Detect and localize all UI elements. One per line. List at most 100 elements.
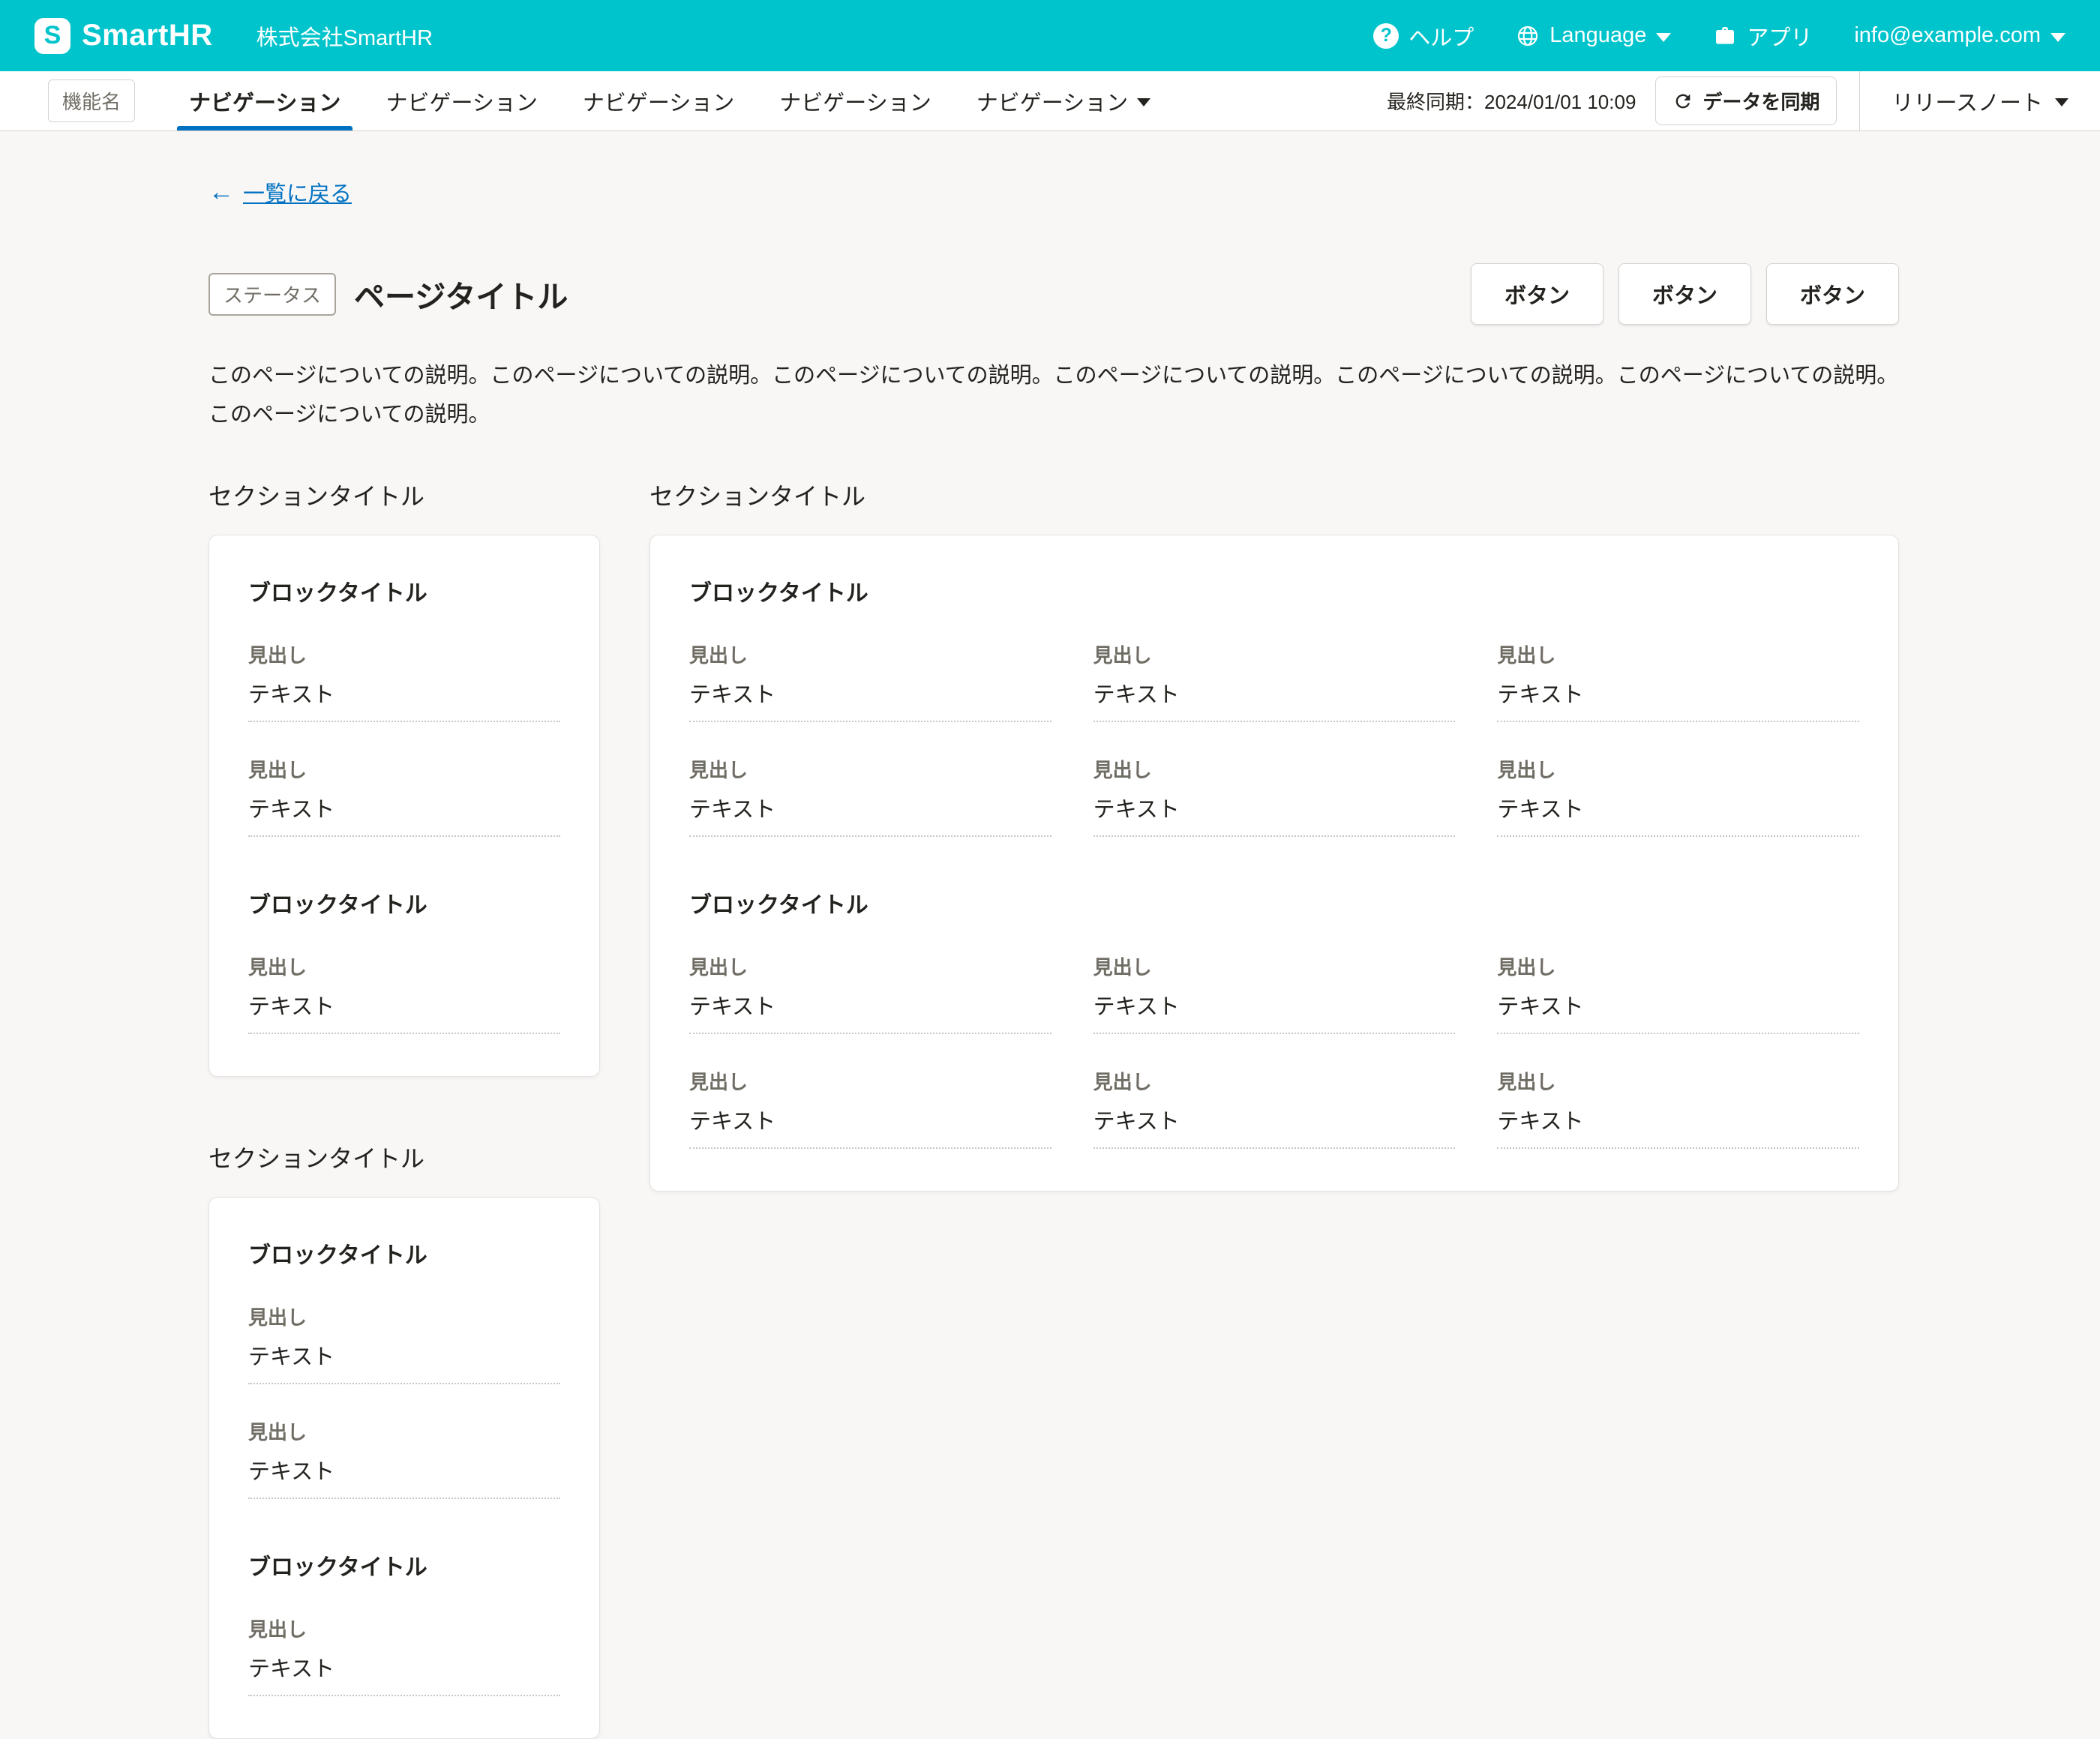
smarthr-logo[interactable]: S SmartHR xyxy=(34,18,213,54)
tab-navigation-3[interactable]: ナビゲーション xyxy=(560,71,757,130)
field-label: 見出し xyxy=(689,952,1052,980)
tab-navigation-4[interactable]: ナビゲーション xyxy=(757,71,953,130)
language-label: Language xyxy=(1550,23,1646,48)
field-label: 見出し xyxy=(1497,952,1859,980)
tab-navigation-5[interactable]: ナビゲーション xyxy=(954,71,1173,130)
field-value: テキスト xyxy=(689,989,1052,1034)
section-left-1: セクションタイトル ブロックタイトル 見出し テキスト 見出し テキスト xyxy=(208,478,600,1077)
field-value: テキスト xyxy=(1497,1104,1859,1149)
main-content: ← 一覧に戻る ステータス ページタイトル ボタン ボタン ボタン このページに… xyxy=(0,131,2100,1739)
block: ブロックタイトル 見出し テキスト 見出し テキスト 見出し xyxy=(689,886,1859,1149)
section-title: セクションタイトル xyxy=(650,478,1899,512)
field-label: 見出し xyxy=(248,1303,560,1330)
block-title: ブロックタイトル xyxy=(248,574,560,607)
field: 見出し テキスト xyxy=(689,640,1052,722)
section-card: ブロックタイトル 見出し テキスト 見出し テキスト 見出し xyxy=(650,535,1899,1192)
language-menu[interactable]: Language xyxy=(1516,23,1671,48)
field: 見出し テキスト xyxy=(248,1615,560,1696)
field-label: 見出し xyxy=(689,640,1052,668)
field-value: テキスト xyxy=(1497,677,1859,722)
page-title-row: ステータス ページタイトル ボタン ボタン ボタン xyxy=(208,263,1899,325)
field: 見出し テキスト xyxy=(689,1067,1052,1149)
block-title: ブロックタイトル xyxy=(248,1237,560,1270)
field-value: テキスト xyxy=(1094,792,1456,837)
nav-tabs: ナビゲーション ナビゲーション ナビゲーション ナビゲーション ナビゲーション xyxy=(166,71,1173,130)
field-value: テキスト xyxy=(689,792,1052,837)
brand-name: SmartHR xyxy=(82,19,213,52)
field-value: テキスト xyxy=(248,677,560,722)
block-title: ブロックタイトル xyxy=(689,574,1859,607)
section-title: セクションタイトル xyxy=(208,1140,600,1174)
back-arrow-icon: ← xyxy=(208,179,234,205)
field: 見出し テキスト xyxy=(1497,1067,1859,1149)
help-icon: ? xyxy=(1373,23,1399,49)
field-label: 見出し xyxy=(248,1417,560,1445)
last-sync-timestamp: 最終同期：2024/01/01 10:09 xyxy=(1387,87,1636,115)
field-label: 見出し xyxy=(1497,1067,1859,1095)
field-label: 見出し xyxy=(248,640,560,668)
field: 見出し テキスト xyxy=(248,755,560,837)
release-notes-label: リリースノート xyxy=(1892,85,2043,117)
field-label: 見出し xyxy=(1094,952,1456,980)
field-value: テキスト xyxy=(1094,677,1456,722)
block: ブロックタイトル 見出し テキスト 見出し テキスト xyxy=(248,1237,560,1499)
field-label: 見出し xyxy=(1497,755,1859,783)
status-badge: ステータス xyxy=(208,273,336,316)
block-title: ブロックタイトル xyxy=(248,886,560,919)
field: 見出し テキスト xyxy=(248,952,560,1034)
action-button-2[interactable]: ボタン xyxy=(1618,263,1751,325)
feature-name-chip: 機能名 xyxy=(48,79,135,122)
field-value: テキスト xyxy=(689,677,1052,722)
account-menu[interactable]: info@example.com xyxy=(1854,23,2066,48)
page-description: このページについての説明。このページについての説明。このページについての説明。こ… xyxy=(208,356,1899,434)
field-value: テキスト xyxy=(689,1104,1052,1149)
field-value: テキスト xyxy=(248,792,560,837)
apps-label: アプリ xyxy=(1747,20,1812,52)
page-title: ページタイトル xyxy=(354,271,568,316)
field: 見出し テキスト xyxy=(1094,1067,1456,1149)
chevron-down-icon xyxy=(1656,33,1671,42)
chevron-down-icon xyxy=(1137,98,1150,106)
tab-label: ナビゲーション xyxy=(189,85,340,117)
company-name: 株式会社SmartHR xyxy=(256,20,433,52)
field-value: テキスト xyxy=(248,1339,560,1384)
field: 見出し テキスト xyxy=(248,640,560,722)
tab-label: ナビゲーション xyxy=(779,85,931,117)
field-label: 見出し xyxy=(1094,755,1456,783)
section-left-2: セクションタイトル ブロックタイトル 見出し テキスト 見出し テキスト xyxy=(208,1140,600,1739)
help-menu[interactable]: ? ヘルプ xyxy=(1373,20,1474,52)
field-label: 見出し xyxy=(689,1067,1052,1095)
release-notes-menu[interactable]: リリースノート xyxy=(1859,71,2100,130)
content-columns: セクションタイトル ブロックタイトル 見出し テキスト 見出し テキスト xyxy=(208,478,1899,1739)
block-title: ブロックタイトル xyxy=(689,886,1859,919)
sync-button-label: データを同期 xyxy=(1702,87,1820,115)
field: 見出し テキスト xyxy=(1497,640,1859,722)
field-value: テキスト xyxy=(1094,989,1456,1034)
action-button-3[interactable]: ボタン xyxy=(1766,263,1899,325)
apps-menu[interactable]: アプリ xyxy=(1713,20,1812,52)
block-title: ブロックタイトル xyxy=(248,1549,560,1582)
field-label: 見出し xyxy=(1094,640,1456,668)
refresh-icon xyxy=(1672,91,1694,112)
field-value: テキスト xyxy=(1497,792,1859,837)
tab-label: ナビゲーション xyxy=(386,85,537,117)
field-value: テキスト xyxy=(1497,989,1859,1034)
chevron-down-icon xyxy=(2050,33,2066,42)
field: 見出し テキスト xyxy=(1094,755,1456,837)
briefcase-icon xyxy=(1713,24,1737,48)
page-actions: ボタン ボタン ボタン xyxy=(1471,263,1899,325)
action-button-1[interactable]: ボタン xyxy=(1471,263,1604,325)
left-column: セクションタイトル ブロックタイトル 見出し テキスト 見出し テキスト xyxy=(208,478,600,1739)
tab-navigation-2[interactable]: ナビゲーション xyxy=(363,71,560,130)
block: ブロックタイトル 見出し テキスト xyxy=(248,1549,560,1696)
nav-right: 最終同期：2024/01/01 10:09 データを同期 リリースノート xyxy=(1387,71,2100,130)
field-label: 見出し xyxy=(248,755,560,783)
sync-data-button[interactable]: データを同期 xyxy=(1655,76,1837,125)
tab-navigation-1[interactable]: ナビゲーション xyxy=(166,71,363,130)
field-value: テキスト xyxy=(248,1454,560,1499)
tab-label: ナビゲーション xyxy=(583,85,734,117)
block: ブロックタイトル 見出し テキスト 見出し テキスト xyxy=(248,574,560,837)
field-grid: 見出し テキスト 見出し テキスト 見出し テキスト xyxy=(689,919,1859,1149)
field: 見出し テキスト xyxy=(1094,640,1456,722)
back-to-list-link[interactable]: ← 一覧に戻る xyxy=(208,176,352,208)
